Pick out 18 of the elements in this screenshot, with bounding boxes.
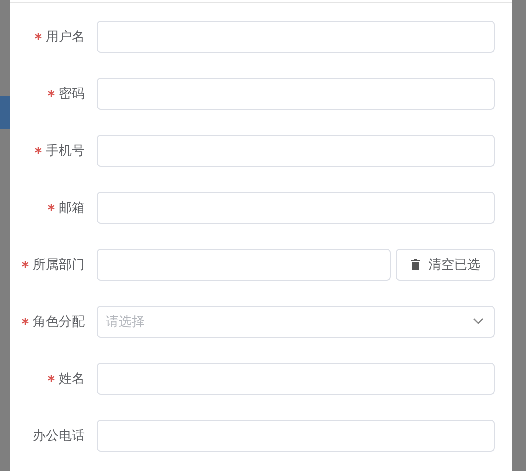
field-label: 邮箱 — [59, 200, 85, 216]
clear-button[interactable]: 清空已选 — [396, 248, 495, 280]
input-field[interactable] — [97, 134, 495, 166]
field-label: 办公电话 — [33, 428, 85, 444]
input-field[interactable] — [97, 20, 495, 52]
trash-icon — [410, 259, 420, 270]
field-label: 手机号 — [46, 142, 85, 160]
input-field[interactable] — [97, 78, 495, 110]
input-field[interactable] — [97, 420, 495, 452]
field-label: 姓名 — [59, 370, 85, 388]
chevron-down-icon — [473, 318, 484, 325]
field-label: 用户名 — [46, 28, 85, 46]
input-field[interactable] — [97, 192, 495, 224]
input-field[interactable] — [97, 362, 495, 394]
field-label: 角色分配 — [33, 314, 85, 330]
input-field[interactable] — [97, 248, 391, 280]
field-label: 密码 — [59, 86, 85, 102]
field-label: 所属部门 — [33, 256, 85, 274]
